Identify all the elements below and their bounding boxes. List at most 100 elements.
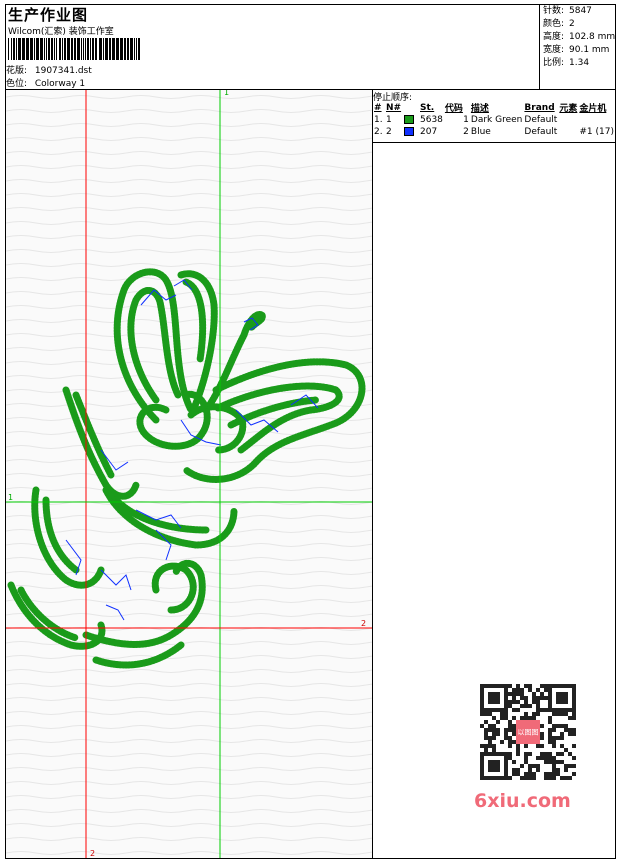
barcode-bar	[30, 38, 33, 60]
qr-module	[556, 712, 560, 716]
barcode-bar	[67, 38, 70, 60]
qr-module	[524, 700, 528, 704]
color-swatch	[404, 127, 414, 136]
qr-module	[528, 772, 532, 776]
barcode-bar	[51, 38, 53, 60]
barcode-bar	[109, 38, 111, 60]
qr-module	[512, 760, 516, 764]
qr-module	[564, 764, 568, 768]
qr-module	[536, 688, 540, 692]
qr-module	[540, 736, 544, 740]
qr-module	[508, 684, 512, 688]
qr-module	[548, 752, 552, 756]
qr-module	[492, 724, 496, 728]
stop-sequence-table: # N# St. 代码 描述 Brand 元素 金片机 1. 1 5638 1 …	[373, 101, 615, 138]
guide-label-top: 1	[224, 90, 229, 97]
qr-module	[552, 768, 556, 772]
qr-module	[516, 708, 520, 712]
qr-module	[532, 772, 536, 776]
qr-module	[556, 760, 560, 764]
qr-module	[504, 712, 508, 716]
qr-module	[540, 708, 544, 712]
qr-module	[540, 744, 544, 748]
qr-module	[564, 768, 568, 772]
qr-module	[512, 724, 516, 728]
qr-module	[532, 700, 536, 704]
qr-module	[504, 716, 508, 720]
colorway-label: 色位:	[6, 79, 28, 89]
qr-module	[544, 708, 548, 712]
col-code: 代码	[444, 104, 463, 114]
qr-module	[540, 756, 544, 760]
qr-module	[540, 684, 544, 688]
qr-finder-core	[556, 692, 568, 704]
qr-module	[524, 696, 528, 700]
qr-module	[536, 756, 540, 760]
qr-module	[560, 744, 564, 748]
qr-module	[540, 696, 544, 700]
qr-module	[528, 776, 532, 780]
qr-module	[516, 768, 520, 772]
qr-module	[556, 736, 560, 740]
qr-module	[484, 744, 488, 748]
col-index: #	[374, 102, 382, 113]
qr-module	[548, 728, 552, 732]
qr-module	[532, 716, 536, 720]
barcode-bar	[22, 38, 25, 60]
qr-module	[544, 688, 548, 692]
qr-module	[536, 768, 540, 772]
barcode-bar	[90, 38, 91, 60]
qr-module	[524, 712, 528, 716]
barcode-bar	[40, 38, 43, 60]
qr-module	[484, 728, 488, 732]
barcode-bar	[34, 38, 35, 60]
qr-finder-core	[488, 692, 500, 704]
qr-finder-core	[488, 760, 500, 772]
qr-module	[536, 764, 540, 768]
qr-module	[572, 756, 576, 760]
qr-module	[544, 756, 548, 760]
barcode-bar	[81, 38, 82, 60]
stat-scale: 比例: 1.34	[543, 58, 590, 68]
qr-module	[524, 752, 528, 756]
colorway-value: Colorway 1	[34, 79, 86, 89]
qr-module	[556, 772, 560, 776]
barcode-bar	[120, 38, 123, 60]
row-index: 2.	[374, 127, 383, 137]
qr-module	[564, 748, 568, 752]
row-sequin: #1 (17)	[579, 127, 614, 137]
qr-module	[560, 752, 564, 756]
barcode-bar	[64, 38, 66, 60]
qr-module	[524, 776, 528, 780]
qr-module	[528, 716, 532, 720]
qr-module	[548, 760, 552, 764]
guide-label-left: 1	[8, 493, 13, 502]
col-element: 元素	[559, 104, 578, 114]
qr-module	[500, 712, 504, 716]
barcode-bar	[36, 38, 39, 60]
qr-module	[536, 696, 540, 700]
qr-module	[560, 736, 564, 740]
qr-module	[548, 740, 552, 744]
row-swatch	[403, 114, 419, 126]
qr-badge-text: 以图图	[518, 728, 539, 736]
qr-module	[528, 752, 532, 756]
qr-module	[568, 752, 572, 756]
col-stitches: St.	[420, 102, 435, 113]
qr-module	[508, 700, 512, 704]
qr-module	[496, 720, 500, 724]
row-stitches: 207	[420, 127, 438, 137]
qr-module	[552, 756, 556, 760]
qr-module	[512, 688, 516, 692]
qr-module	[488, 724, 492, 728]
qr-module	[508, 752, 512, 756]
company-name: Wilcom(汇索) 装饰工作室	[8, 27, 114, 37]
qr-module	[540, 752, 544, 756]
row-number: 2	[386, 127, 392, 137]
qr-module	[488, 740, 492, 744]
qr-module	[548, 756, 552, 760]
barcode-bar	[71, 38, 73, 60]
qr-module	[488, 728, 492, 732]
barcode-bar	[92, 38, 94, 60]
barcode-bar	[77, 38, 80, 60]
